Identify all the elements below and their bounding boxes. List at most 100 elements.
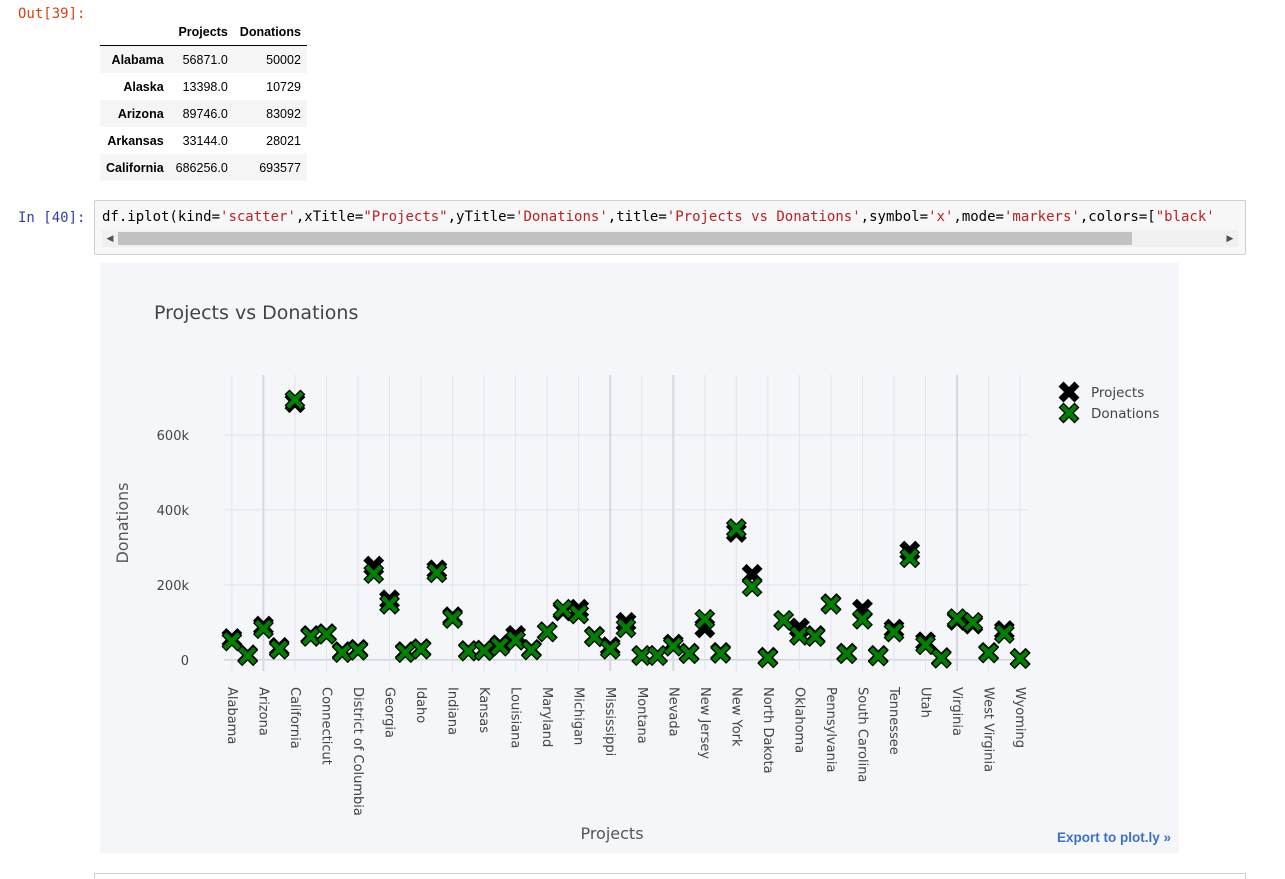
donations-point: [252, 618, 274, 640]
code-token: ,xTitle=: [295, 209, 364, 225]
donations-point: [757, 647, 779, 669]
x-tick-label: New Jersey: [697, 687, 712, 759]
donations-point: [489, 635, 511, 657]
donations-point: [804, 626, 826, 647]
donations-point: [725, 518, 747, 540]
input-prompt: In [40]:: [18, 210, 86, 226]
donations-point: [552, 598, 574, 620]
y-tick-label: 0: [181, 654, 189, 669]
column-header-donations: Donations: [233, 19, 307, 46]
code-token: ,title=: [607, 209, 667, 225]
legend-marker-donations: [1058, 402, 1080, 424]
code-token: df.iplot(kind=: [102, 209, 221, 225]
code-token: ,yTitle=: [447, 209, 516, 225]
x-tick-label: Tennessee: [886, 686, 901, 755]
x-tick-label: West Virginia: [981, 687, 996, 772]
x-tick-label: Oklahoma: [791, 687, 806, 753]
export-to-plotly-link[interactable]: Export to plot.ly »: [1057, 830, 1171, 845]
code-token: ,symbol=: [860, 209, 929, 225]
donations-point: [379, 593, 400, 615]
donations-point: [457, 640, 479, 662]
donations-point: [930, 647, 952, 669]
table-row: Arizona 89746.0 83092: [100, 100, 307, 127]
horizontal-scrollbar[interactable]: ◀ ▶: [102, 230, 1238, 247]
donations-point: [505, 629, 527, 651]
donations-point: [899, 547, 921, 569]
donations-point: [1009, 648, 1031, 670]
table-header-row: Projects Donations: [100, 19, 307, 46]
donations-point: [662, 635, 684, 657]
x-tick-label: Pennsylvania: [823, 687, 838, 772]
donations-point: [710, 642, 732, 664]
donations-point: [363, 563, 385, 585]
donations-point: [852, 608, 873, 630]
x-tick-label: Connecticut: [318, 687, 333, 765]
donations-point: [946, 608, 968, 629]
y-tick-label: 600k: [157, 429, 190, 444]
x-tick-label: Utah: [918, 687, 933, 718]
code-string: 'scatter': [220, 209, 296, 225]
donations-point: [584, 626, 605, 648]
donations-cell: 50002: [266, 52, 301, 67]
donations-point: [867, 645, 889, 667]
row-index: California: [106, 160, 164, 175]
projects-cell: 89746.0: [182, 106, 228, 121]
donations-point: [962, 611, 984, 633]
donations-point: [915, 634, 936, 656]
x-tick-label: Mississippi: [602, 687, 617, 756]
code-string: 'x': [928, 209, 954, 225]
table-row: Alaska 13398.0 10729: [100, 73, 307, 100]
scrollbar-thumb[interactable]: [118, 232, 1132, 245]
x-axis-title: Projects: [580, 824, 643, 843]
donations-point: [284, 389, 306, 411]
y-tick-label: 200k: [157, 579, 190, 594]
column-header-projects: Projects: [169, 19, 234, 46]
x-tick-label: Montana: [634, 687, 649, 744]
projects-cell: 33144.0: [182, 133, 228, 148]
projects-cell: 13398.0: [182, 79, 228, 94]
x-tick-label: Maryland: [539, 687, 554, 747]
donations-point: [788, 624, 810, 646]
donations-point: [741, 576, 763, 598]
donations-cell: 83092: [266, 106, 301, 121]
x-tick-label: Virginia: [949, 687, 964, 736]
x-tick-label: Arizona: [255, 687, 270, 736]
donations-point: [820, 593, 842, 615]
plot-area[interactable]: Projects vs Donations 0 200k 400k 600k Alabam…: [100, 263, 1179, 853]
y-tick-label: 400k: [157, 504, 190, 519]
donations-point: [694, 608, 716, 630]
donations-point: [347, 639, 369, 661]
scatter-chart[interactable]: Projects vs Donations 0 200k 400k 600k Alabam…: [100, 263, 1179, 853]
donations-point: [268, 638, 290, 660]
donations-point: [978, 642, 1000, 664]
projects-cell: 56871.0: [182, 52, 228, 67]
scroll-left-arrow-icon[interactable]: ◀: [102, 230, 118, 247]
code-cell[interactable]: df.iplot(kind='scatter',xTitle="Projects…: [94, 200, 1246, 255]
donations-point: [394, 642, 416, 664]
donations-point: [615, 617, 637, 639]
row-index: Alaska: [123, 79, 164, 94]
code-string: 'Donations': [515, 209, 608, 225]
donations-point: [331, 642, 353, 664]
x-tick-label: North Dakota: [760, 687, 775, 774]
donations-point: [442, 608, 464, 629]
donations-point: [410, 638, 432, 660]
row-index: Arkansas: [107, 133, 164, 148]
x-tick-label: Indiana: [445, 687, 460, 735]
projects-cell: 686256.0: [175, 160, 228, 175]
code-line[interactable]: df.iplot(kind='scatter',xTitle="Projects…: [102, 209, 1240, 225]
code-string: 'Projects vs Donations': [666, 209, 861, 225]
chart-title: Projects vs Donations: [154, 302, 358, 324]
donations-point: [536, 621, 558, 643]
donations-point: [599, 638, 621, 660]
scroll-right-arrow-icon[interactable]: ▶: [1222, 230, 1238, 247]
x-tick-label: New York: [728, 687, 743, 747]
donations-cell: 693577: [259, 160, 301, 175]
row-index: Arizona: [117, 106, 164, 121]
code-string: 'markers': [1003, 209, 1080, 225]
table-row: California 686256.0 693577: [100, 154, 307, 181]
donations-point: [237, 645, 259, 667]
next-cell-border: [94, 873, 1246, 879]
donations-point: [520, 639, 542, 661]
dataframe-table: Projects Donations Alabama 56871.0 50002…: [100, 19, 307, 181]
